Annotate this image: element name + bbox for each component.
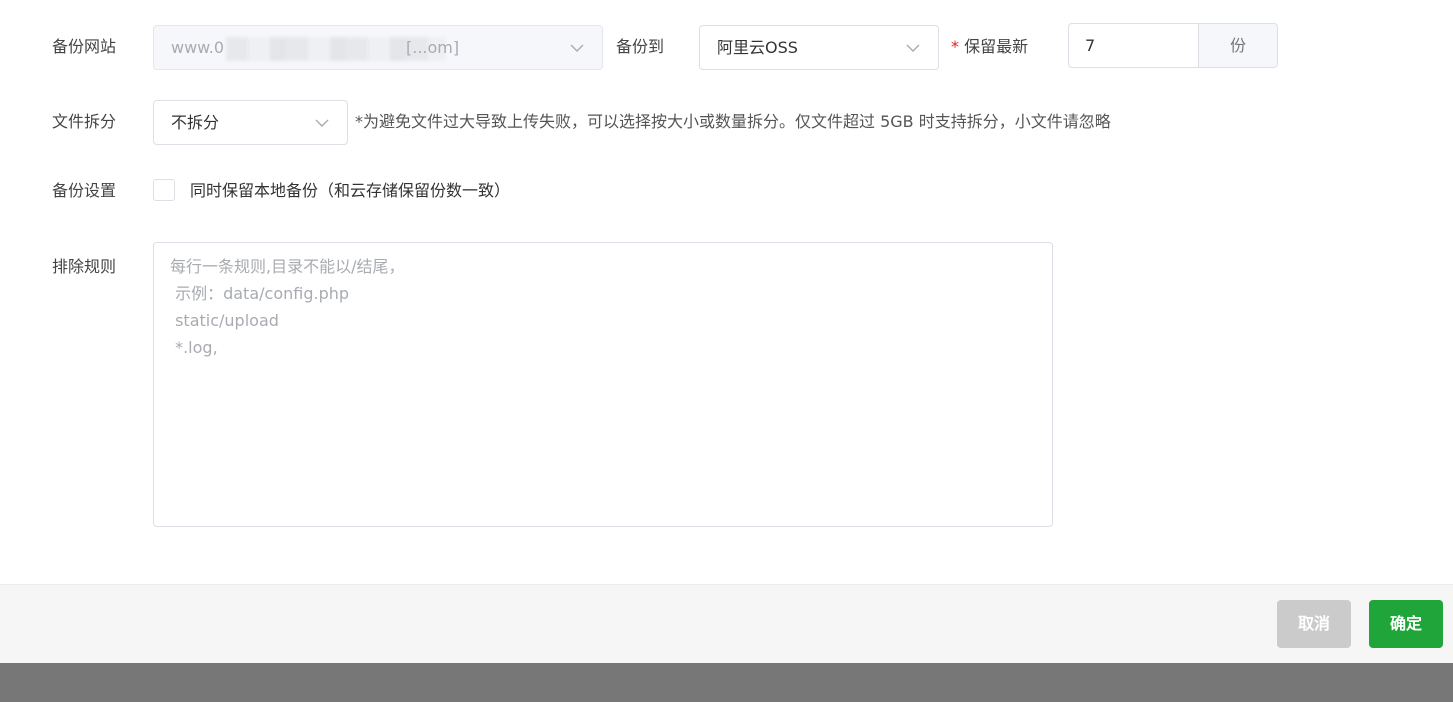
- required-mark: *: [951, 37, 959, 56]
- chevron-down-icon: [315, 119, 329, 127]
- chevron-down-icon: [906, 44, 920, 52]
- exclude-rules-textarea[interactable]: 每行一条规则,目录不能以/结尾， 示例：data/config.php stat…: [153, 242, 1053, 527]
- split-select-value: 不拆分: [171, 113, 220, 132]
- dialog-footer: [0, 584, 1453, 664]
- keep-count-value[interactable]: 7: [1069, 24, 1198, 67]
- target-select[interactable]: 阿里云OSS: [699, 25, 939, 70]
- keep-local-checkbox[interactable]: [153, 179, 175, 201]
- settings-label: 备份设置: [52, 181, 117, 200]
- keep-label-text: 保留最新: [964, 37, 1029, 56]
- exclude-label: 排除规则: [52, 257, 117, 276]
- split-label: 文件拆分: [52, 112, 117, 131]
- site-select-value-suffix: [...om]: [406, 38, 460, 57]
- site-select[interactable]: www.0 [...om]: [153, 25, 603, 70]
- split-hint: *为避免文件过大导致上传失败，可以选择按大小或数量拆分。仅文件超过 5GB 时支…: [355, 112, 1111, 131]
- keep-local-checkbox-label[interactable]: 同时保留本地备份（和云存储保留份数一致）: [190, 180, 510, 202]
- chevron-down-icon: [570, 44, 584, 52]
- keep-label: * 保留最新: [951, 36, 1028, 58]
- site-select-value: www.0: [171, 38, 225, 57]
- split-select[interactable]: 不拆分: [153, 100, 348, 145]
- site-label: 备份网站: [52, 37, 117, 56]
- target-select-value: 阿里云OSS: [717, 38, 798, 57]
- modal-backdrop: [0, 663, 1453, 702]
- confirm-button[interactable]: 确定: [1369, 600, 1443, 648]
- cancel-button[interactable]: 取消: [1277, 600, 1351, 648]
- keep-count-input[interactable]: 7 份: [1068, 23, 1278, 68]
- target-label: 备份到: [616, 37, 665, 56]
- keep-count-unit: 份: [1198, 24, 1277, 67]
